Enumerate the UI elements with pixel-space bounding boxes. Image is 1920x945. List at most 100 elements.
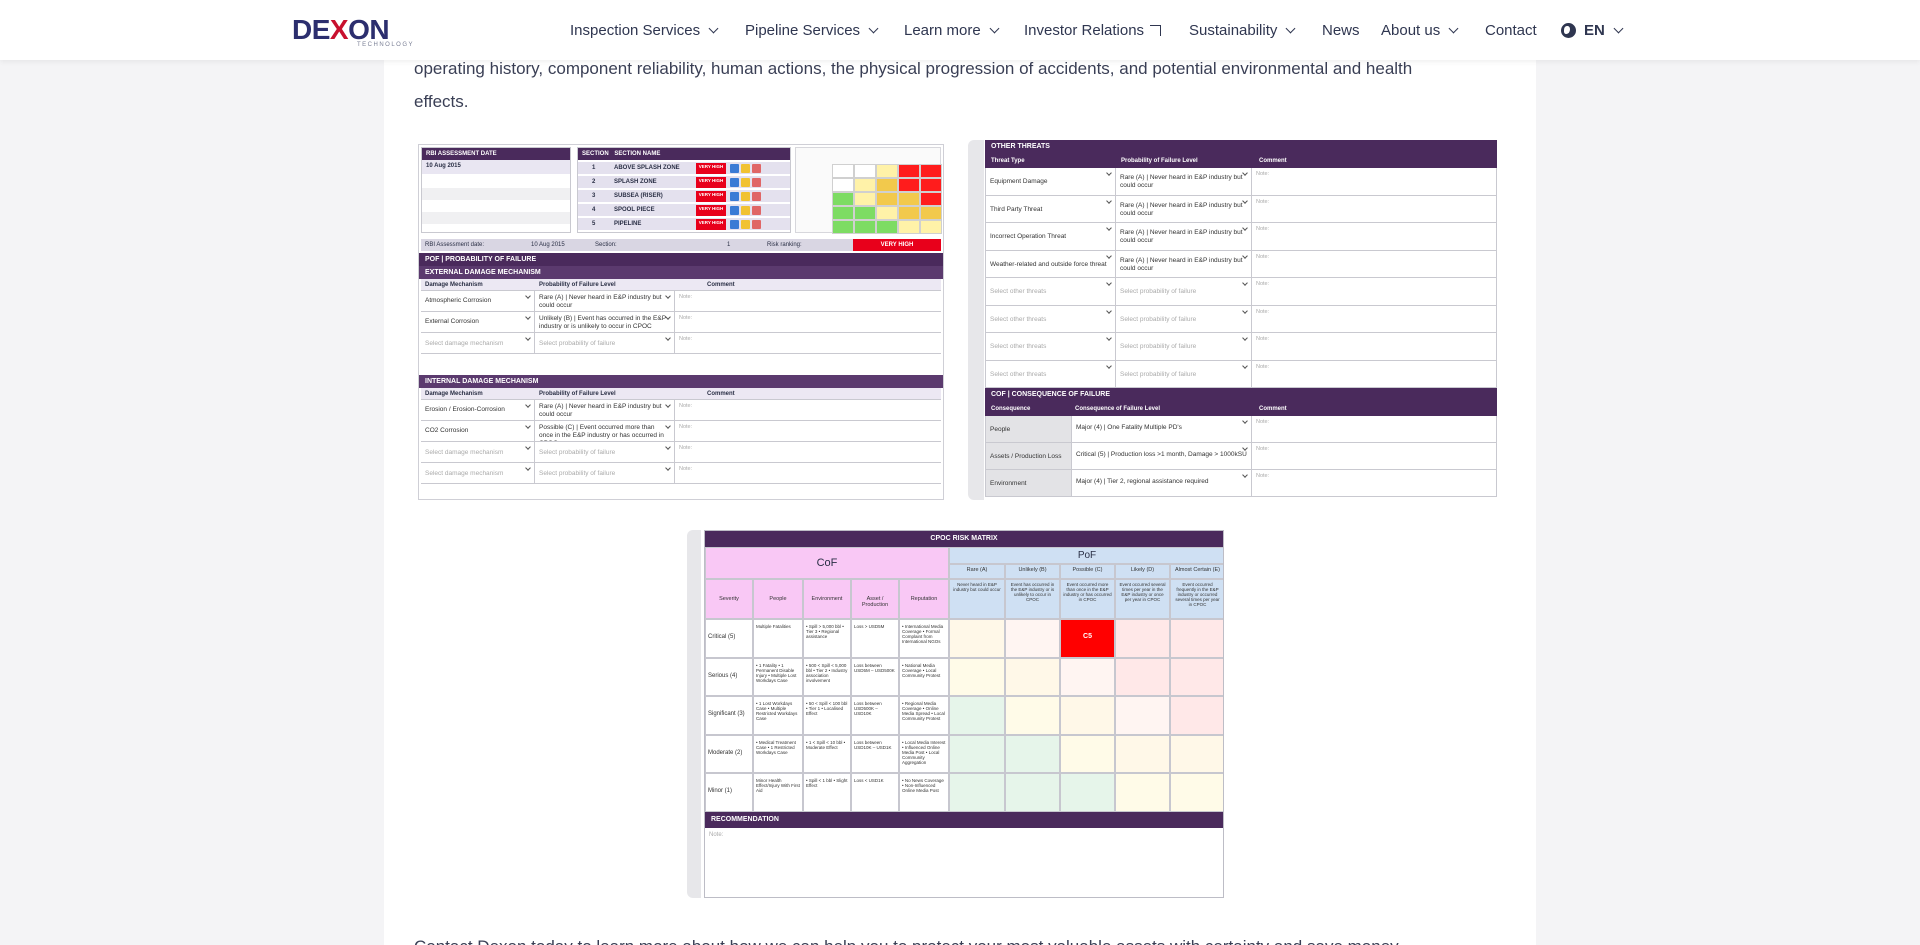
probability-select[interactable]: Unlikely (B) | Event has occurred in the…: [535, 312, 675, 332]
probability-select[interactable]: Rare (A) | Never heard in E&P industry b…: [535, 291, 675, 311]
risk-matrix-cell[interactable]: [1115, 619, 1170, 658]
probability-select[interactable]: Rare (A) | Never heard in E&P industry b…: [1116, 250, 1252, 277]
risk-matrix-cell[interactable]: [1060, 734, 1115, 774]
row-action-icon[interactable]: [730, 220, 739, 229]
comment-field[interactable]: Note:: [675, 312, 941, 332]
risk-matrix-cell[interactable]: [949, 773, 1005, 812]
consequence-level-select[interactable]: Critical (5) | Production loss >1 month,…: [1072, 443, 1252, 469]
threat-select[interactable]: Select other threats: [986, 333, 1116, 360]
comment-field[interactable]: Note:: [1252, 361, 1496, 388]
probability-select[interactable]: Select probability of failure: [1116, 360, 1252, 387]
probability-select[interactable]: Select probability of failure: [1116, 333, 1252, 360]
comment-field[interactable]: Note:: [1252, 196, 1496, 223]
comment-field[interactable]: Note:: [675, 400, 941, 420]
row-action-icon[interactable]: [752, 192, 761, 201]
comment-field[interactable]: Note:: [675, 463, 941, 483]
risk-matrix-cell[interactable]: [1060, 773, 1115, 812]
risk-matrix-cell[interactable]: [1115, 657, 1170, 697]
threat-select[interactable]: Select other threats: [986, 305, 1116, 332]
mechanism-select[interactable]: Select damage mechanism: [421, 463, 535, 483]
threat-select[interactable]: Incorrect Operation Threat: [986, 223, 1116, 250]
risk-matrix-cell[interactable]: [1170, 619, 1223, 658]
risk-matrix-cell[interactable]: [1170, 734, 1223, 774]
comment-field[interactable]: Note:: [1252, 168, 1496, 195]
risk-matrix-cell[interactable]: [1115, 696, 1170, 735]
probability-select[interactable]: Rare (A) | Never heard in E&P industry b…: [1116, 223, 1252, 250]
row-action-icon[interactable]: [741, 206, 750, 215]
risk-matrix-cell[interactable]: [1115, 734, 1170, 774]
mechanism-select[interactable]: Atmospheric Corrosion: [421, 291, 535, 311]
risk-matrix-cell[interactable]: [1170, 773, 1223, 812]
risk-matrix-cell[interactable]: [1005, 619, 1060, 658]
comment-field[interactable]: Note:: [1252, 251, 1496, 278]
mechanism-select[interactable]: Select damage mechanism: [421, 333, 535, 353]
risk-matrix-cell[interactable]: [949, 734, 1005, 774]
row-action-icon[interactable]: [752, 220, 761, 229]
threat-select[interactable]: Select other threats: [986, 360, 1116, 387]
row-action-icon[interactable]: [752, 178, 761, 187]
language-selector[interactable]: EN: [1561, 20, 1624, 40]
row-action-icon[interactable]: [730, 192, 739, 201]
nav-news[interactable]: News: [1322, 20, 1360, 40]
risk-matrix-cell[interactable]: [949, 696, 1005, 735]
nav-about-us[interactable]: About us: [1381, 20, 1459, 40]
row-action-icon[interactable]: [741, 164, 750, 173]
probability-select[interactable]: Select probability of failure: [535, 463, 675, 483]
row-action-icon[interactable]: [752, 206, 761, 215]
mechanism-select[interactable]: Select damage mechanism: [421, 442, 535, 462]
comment-field[interactable]: Note:: [1252, 223, 1496, 250]
comment-field[interactable]: Note:: [1252, 306, 1496, 333]
threat-select[interactable]: Select other threats: [986, 278, 1116, 305]
threat-select[interactable]: Weather-related and outside force threat: [986, 250, 1116, 277]
row-action-icon[interactable]: [741, 178, 750, 187]
mechanism-select[interactable]: CO2 Corrosion: [421, 421, 535, 441]
risk-matrix-cell[interactable]: [1170, 696, 1223, 735]
consequence-level-select[interactable]: Major (4) | One Fatality Multiple PD's: [1072, 416, 1252, 442]
comment-field[interactable]: Note:: [1252, 470, 1496, 496]
nav-learn-more[interactable]: Learn more: [904, 20, 1000, 40]
row-action-icon[interactable]: [741, 192, 750, 201]
nav-investor-relations[interactable]: Investor Relations: [1024, 20, 1162, 40]
nav-contact[interactable]: Contact: [1485, 20, 1537, 40]
probability-select[interactable]: Rare (A) | Never heard in E&P industry b…: [1116, 195, 1252, 222]
comment-field[interactable]: Note:: [675, 442, 941, 462]
threat-select[interactable]: Equipment Damage: [986, 168, 1116, 195]
nav-pipeline-services[interactable]: Pipeline Services: [745, 20, 879, 40]
mechanism-select[interactable]: Erosion / Erosion-Corrosion: [421, 400, 535, 420]
row-action-icon[interactable]: [730, 206, 739, 215]
row-action-icon[interactable]: [730, 178, 739, 187]
risk-matrix-cell[interactable]: [1005, 696, 1060, 735]
mechanism-select[interactable]: External Corrosion: [421, 312, 535, 332]
comment-field[interactable]: Note:: [675, 333, 941, 353]
risk-matrix-cell[interactable]: [1005, 734, 1060, 774]
probability-select[interactable]: Select probability of failure: [1116, 305, 1252, 332]
comment-field[interactable]: Note:: [1252, 443, 1496, 469]
threat-select[interactable]: Third Party Threat: [986, 195, 1116, 222]
risk-matrix-cell[interactable]: [1060, 696, 1115, 735]
probability-select[interactable]: Possible (C) | Event occurred more than …: [535, 421, 675, 441]
risk-matrix-cell[interactable]: [1005, 657, 1060, 697]
comment-field[interactable]: Note:: [1252, 416, 1496, 442]
probability-select[interactable]: Select probability of failure: [535, 333, 675, 353]
comment-field[interactable]: Note:: [675, 421, 941, 441]
row-action-icon[interactable]: [730, 164, 739, 173]
risk-matrix-cell[interactable]: C5: [1060, 619, 1115, 658]
consequence-level-select[interactable]: Major (4) | Tier 2, regional assistance …: [1072, 470, 1252, 496]
nav-inspection-services[interactable]: Inspection Services: [570, 20, 719, 40]
risk-matrix-cell[interactable]: [1060, 657, 1115, 697]
probability-select[interactable]: Rare (A) | Never heard in E&P industry b…: [535, 400, 675, 420]
nav-sustainability[interactable]: Sustainability: [1189, 20, 1296, 40]
comment-field[interactable]: Note:: [1252, 333, 1496, 360]
risk-matrix-cell[interactable]: [1170, 657, 1223, 697]
probability-select[interactable]: Rare (A) | Never heard in E&P industry b…: [1116, 168, 1252, 195]
row-action-icon[interactable]: [752, 164, 761, 173]
risk-matrix-cell[interactable]: [1005, 773, 1060, 812]
risk-matrix-cell[interactable]: [1115, 773, 1170, 812]
dexon-logo[interactable]: DEXON TECHNOLOGY: [292, 14, 416, 48]
risk-matrix-cell[interactable]: [949, 657, 1005, 697]
risk-matrix-cell[interactable]: [949, 619, 1005, 658]
probability-select[interactable]: Select probability of failure: [535, 442, 675, 462]
probability-select[interactable]: Select probability of failure: [1116, 278, 1252, 305]
row-action-icon[interactable]: [741, 220, 750, 229]
comment-field[interactable]: Note:: [1252, 278, 1496, 305]
